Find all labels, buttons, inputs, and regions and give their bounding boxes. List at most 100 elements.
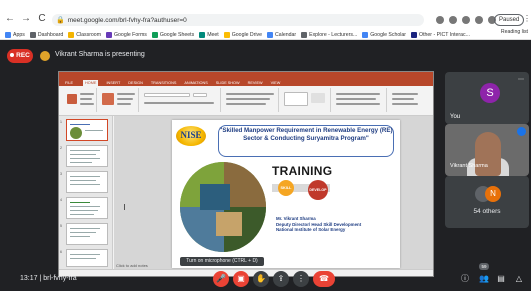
thumb-number: 4 bbox=[60, 198, 62, 202]
training-graphic: TRAINING SKILL DEVELOP bbox=[272, 164, 332, 206]
leave-call-icon[interactable]: ☎ bbox=[313, 271, 335, 287]
mouse-cursor-icon bbox=[124, 204, 128, 210]
others-count: 54 others bbox=[473, 208, 501, 215]
presenting-bar: REC Vikrant Sharma is presenting bbox=[0, 40, 531, 74]
extension-icon[interactable] bbox=[462, 16, 470, 24]
bookmark-item[interactable]: Apps bbox=[5, 31, 25, 38]
tile-vikrant[interactable]: Vikrant Sharma bbox=[445, 124, 529, 176]
info-icon[interactable]: ⓘ bbox=[458, 272, 472, 286]
bookmark-label: Apps bbox=[13, 31, 25, 38]
forward-icon[interactable]: → bbox=[20, 13, 32, 25]
bookmark-icon bbox=[106, 31, 113, 38]
ribbon-slides bbox=[99, 88, 139, 112]
browser-chrome: ← → C ⌂ 🔒 meet.google.com/brl-fvhy-fra?a… bbox=[0, 0, 531, 40]
slide-thumbnail[interactable] bbox=[66, 249, 108, 267]
bookmark-label: Classroom bbox=[76, 31, 102, 38]
ribbon-drawing bbox=[281, 88, 331, 112]
back-icon[interactable]: ← bbox=[4, 13, 16, 25]
tile-you[interactable]: S ⋯ You bbox=[445, 72, 529, 124]
browser-menu-icon[interactable]: ⋮ bbox=[523, 14, 531, 23]
bookmark-label: Dashboard bbox=[37, 31, 64, 38]
ppt-ribbon bbox=[59, 86, 433, 116]
bookmark-item[interactable]: Other - PICT Interac... bbox=[411, 31, 470, 38]
address-bar[interactable]: 🔒 meet.google.com/brl-fvhy-fra?authuser=… bbox=[52, 14, 424, 26]
slide-title: "Skilled Manpower Requirement in Renewab… bbox=[218, 125, 394, 157]
presenting-text: Vikrant Sharma is presenting bbox=[55, 51, 145, 58]
extension-icons bbox=[436, 14, 496, 26]
shared-screen: FILE HOME INSERT DESIGN TRANSITIONS ANIMATION… bbox=[58, 71, 434, 277]
mic-off-icon[interactable]: 🎤 bbox=[213, 271, 229, 287]
meeting-code: brl-fvhy-fra bbox=[43, 275, 77, 282]
develop-label: DEVELOP bbox=[308, 180, 328, 200]
tile-others[interactable]: N 54 others bbox=[445, 176, 529, 228]
bookmark-item[interactable]: Google Sheets bbox=[151, 31, 194, 38]
nise-logo-text: NISE bbox=[180, 130, 202, 140]
thumb-number: 2 bbox=[60, 146, 62, 150]
bookmark-item[interactable]: Dashboard bbox=[29, 31, 64, 38]
url-text: meet.google.com/brl-fvhy-fra?authuser=0 bbox=[67, 16, 187, 24]
more-icon[interactable]: ⋮ bbox=[293, 271, 309, 287]
bookmark-label: Explore - Lecturers... bbox=[309, 31, 358, 38]
ribbon-quick-styles bbox=[333, 88, 387, 112]
bookmark-item[interactable]: Google Drive bbox=[223, 31, 263, 38]
thumb-number: 6 bbox=[60, 250, 62, 254]
reading-list[interactable]: Reading list bbox=[501, 29, 528, 35]
chat-icon[interactable]: ▤ bbox=[494, 272, 508, 286]
puzzle-icon[interactable] bbox=[475, 16, 483, 24]
camera-off-icon[interactable]: ▣ bbox=[233, 271, 249, 287]
meeting-info: 13:17 | brl-fvhy-fra bbox=[20, 275, 77, 282]
raise-hand-icon[interactable]: ✋ bbox=[253, 271, 269, 287]
skill-label: SKILL bbox=[278, 180, 294, 196]
bookmark-icon bbox=[5, 31, 11, 38]
bookmark-item[interactable]: Calendar bbox=[267, 31, 296, 38]
camera-ext-icon[interactable] bbox=[436, 16, 444, 24]
bookmark-icon bbox=[301, 31, 308, 38]
vikrant-label: Vikrant Sharma bbox=[450, 163, 488, 169]
bookmark-icon bbox=[68, 31, 75, 38]
ribbon-font bbox=[141, 88, 221, 112]
slide-thumbnail[interactable] bbox=[66, 119, 108, 141]
slide-thumbnail[interactable] bbox=[66, 171, 108, 193]
bookmark-item[interactable]: Classroom bbox=[68, 31, 102, 38]
speaking-icon bbox=[517, 127, 526, 136]
current-slide[interactable]: NISE "Skilled Manpower Requirement in Re… bbox=[172, 120, 400, 268]
bookmark-label: Meet bbox=[207, 31, 219, 38]
bookmark-label: Google Scholar bbox=[370, 31, 407, 38]
bookmark-icon bbox=[267, 31, 274, 38]
presenter-credit: Mr. Vikrant Sharma Deputy Director/ Head… bbox=[276, 216, 386, 233]
thumb-number: 1 bbox=[60, 120, 62, 124]
bookmark-label: Google Drive bbox=[231, 31, 263, 38]
people-icon[interactable]: 👥 bbox=[477, 272, 491, 286]
presenter-avatar-icon bbox=[40, 51, 50, 61]
paused-button[interactable]: Paused bbox=[494, 14, 525, 26]
bookmark-icon bbox=[151, 31, 158, 38]
presenter-face bbox=[475, 132, 501, 176]
meet-controls-bar: 13:17 | brl-fvhy-fra 🎤 ▣ ✋ ⇪ ⋮ ☎ ⓘ 👥 59 … bbox=[0, 263, 531, 291]
reload-icon[interactable]: C bbox=[36, 13, 48, 25]
mic-tooltip: Turn on microphone (CTRL + D) bbox=[180, 257, 264, 266]
lock-icon: 🔒 bbox=[56, 17, 65, 24]
you-label: You bbox=[450, 114, 461, 120]
bookmark-icon bbox=[29, 31, 36, 38]
bookmark-item[interactable]: Google Forms bbox=[106, 31, 147, 38]
thumb-number: 5 bbox=[60, 224, 62, 228]
bookmark-item[interactable]: Google Scholar bbox=[362, 31, 407, 38]
bookmarks-bar: Apps Dashboard Classroom Google Forms Google… bbox=[0, 29, 531, 40]
slide-thumbnail[interactable] bbox=[66, 145, 108, 167]
mic-off-icon: ⋯ bbox=[518, 77, 524, 83]
slide-thumbnail[interactable] bbox=[66, 223, 108, 245]
present-icon[interactable]: ⇪ bbox=[273, 271, 289, 287]
ppt-title-bar bbox=[59, 72, 433, 80]
slide-thumbnails: 1 2 3 4 5 6 bbox=[59, 116, 113, 270]
bookmark-icon bbox=[411, 31, 418, 38]
recording-badge: REC bbox=[7, 49, 33, 63]
meet-window: REC Vikrant Sharma is presenting FILE HOM… bbox=[0, 40, 531, 291]
bookmark-item[interactable]: Explore - Lecturers... bbox=[301, 31, 358, 38]
photo-collage bbox=[180, 162, 266, 252]
avatar: N bbox=[485, 186, 501, 202]
star-icon[interactable] bbox=[449, 16, 457, 24]
activities-icon[interactable]: △ bbox=[512, 272, 526, 286]
bookmark-item[interactable]: Meet bbox=[199, 31, 219, 38]
slide-canvas: NISE "Skilled Manpower Requirement in Re… bbox=[114, 116, 433, 270]
slide-thumbnail[interactable] bbox=[66, 197, 108, 219]
